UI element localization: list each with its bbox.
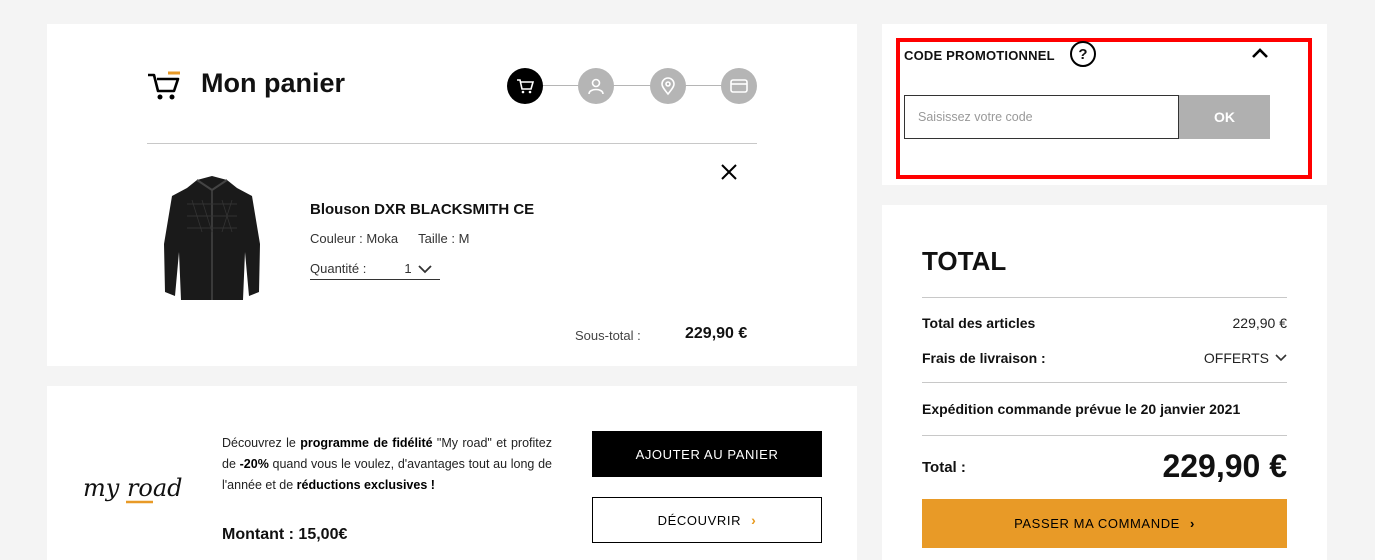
cart-icon	[517, 79, 535, 94]
remove-item-close-icon[interactable]	[719, 162, 739, 182]
chevron-down-icon	[417, 264, 432, 273]
divider	[922, 382, 1287, 383]
divider	[922, 297, 1287, 298]
credit-card-icon	[730, 79, 748, 93]
help-icon[interactable]: ?	[1070, 41, 1096, 67]
quantity-label: Quantité :	[310, 261, 367, 276]
cart-icon	[148, 71, 180, 100]
quantity-value: 1	[404, 261, 412, 276]
step-address[interactable]	[650, 68, 686, 104]
checkout-steps	[507, 68, 757, 104]
product-image[interactable]	[157, 174, 267, 309]
chevron-down-icon	[1275, 354, 1287, 362]
total-card: TOTAL Total des articles 229,90 € Frais …	[882, 205, 1327, 560]
product-size: Taille : M	[418, 231, 470, 246]
promo-code-input[interactable]	[904, 95, 1179, 139]
promo-title: CODE PROMOTIONNEL	[904, 48, 1055, 63]
total-title: TOTAL	[922, 246, 1007, 276]
add-to-cart-button[interactable]: AJOUTER AU PANIER	[592, 431, 822, 477]
discover-button[interactable]: DÉCOUVRIR ›	[592, 497, 822, 543]
my-road-logo: my road	[83, 474, 183, 504]
promo-card: CODE PROMOTIONNEL ? OK	[882, 24, 1327, 185]
grand-total-label: Total :	[922, 459, 966, 476]
user-icon	[588, 78, 604, 95]
loyalty-card: my road Découvrez le programme de fidéli…	[47, 386, 857, 560]
divider	[147, 143, 757, 144]
page-title: Mon panier	[201, 68, 346, 98]
items-total-value: 229,90 €	[1232, 315, 1288, 331]
shipping-label: Frais de livraison :	[922, 350, 1046, 366]
location-pin-icon	[661, 77, 675, 96]
place-order-button[interactable]: PASSER MA COMMANDE ›	[922, 499, 1287, 548]
shipping-dropdown[interactable]: OFFERTS	[1204, 350, 1287, 366]
items-total-label: Total des articles	[922, 315, 1036, 331]
expedition-date: Expédition commande prévue le 20 janvier…	[922, 401, 1241, 417]
product-name[interactable]: Blouson DXR BLACKSMITH CE	[310, 201, 534, 218]
subtotal-value: 229,90 €	[685, 325, 748, 342]
product-attributes: Couleur : Moka Taille : M	[310, 231, 469, 246]
chevron-right-icon: ›	[751, 512, 757, 528]
step-payment[interactable]	[721, 68, 757, 104]
chevron-right-icon: ›	[1189, 516, 1195, 531]
my-road-logo-text: my road	[83, 474, 183, 502]
shipping-value: OFFERTS	[1203, 350, 1269, 366]
loyalty-amount: Montant : 15,00€	[222, 526, 348, 543]
chevron-up-icon[interactable]	[1251, 46, 1269, 60]
divider	[922, 435, 1287, 436]
loyalty-description: Découvrez le programme de fidélité "My r…	[222, 436, 552, 492]
product-color: Couleur : Moka	[310, 231, 399, 246]
step-account[interactable]	[578, 68, 614, 104]
cart-card: Mon panier Blouson DXR BLACKSMITH CE Cou…	[47, 24, 857, 366]
grand-total-value: 229,90 €	[1162, 448, 1287, 484]
steps-line	[525, 85, 739, 86]
quantity-select[interactable]: Quantité : 1	[310, 258, 440, 280]
subtotal-label: Sous-total :	[575, 328, 641, 343]
promo-ok-button[interactable]: OK	[1179, 95, 1270, 139]
step-cart[interactable]	[507, 68, 543, 104]
